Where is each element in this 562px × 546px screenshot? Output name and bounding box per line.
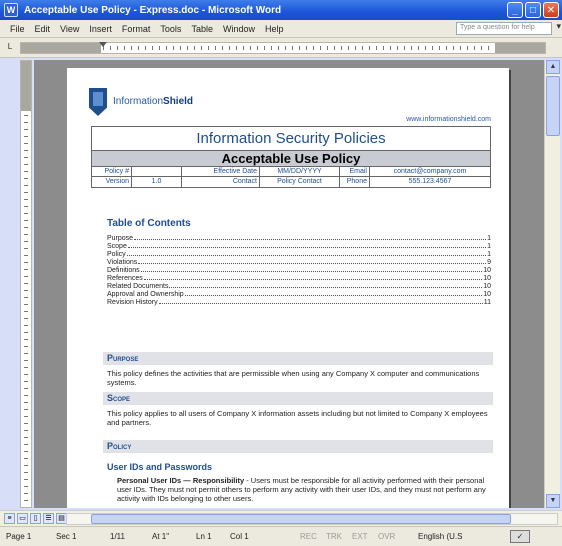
top-margin-area bbox=[21, 61, 31, 111]
toc-entry[interactable]: Revision History 11 bbox=[107, 299, 491, 307]
status-line: Ln 1 bbox=[196, 532, 212, 541]
effective-date-value: MM/DD/YYYY bbox=[260, 167, 340, 176]
document-page[interactable]: InformationShield www.informationshield.… bbox=[67, 68, 509, 508]
status-bar: Page 1 Sec 1 1/11 At 1" Ln 1 Col 1 REC T… bbox=[0, 526, 562, 546]
vertical-scroll-thumb[interactable] bbox=[546, 76, 560, 136]
track-changes-indicator[interactable]: TRK bbox=[326, 532, 342, 541]
menu-bar: File Edit View Insert Format Tools Table… bbox=[0, 20, 562, 38]
first-line-indent-marker[interactable] bbox=[99, 42, 107, 47]
user-ids-heading: User IDs and Passwords bbox=[107, 462, 213, 472]
scope-paragraph: This policy applies to all users of Comp… bbox=[107, 409, 488, 427]
normal-view-icon[interactable]: ≡ bbox=[4, 513, 15, 524]
tab-selector[interactable]: L bbox=[4, 42, 16, 54]
table-of-contents: Purpose 1 Scope 1 Policy 1 Violations 9 Defi… bbox=[107, 235, 491, 307]
scroll-up-icon[interactable]: ▲ bbox=[546, 60, 560, 74]
policy-number-label: Policy # bbox=[92, 167, 132, 176]
user-ids-paragraph: Personal User IDs — Responsibility - Use… bbox=[117, 476, 486, 503]
menu-help[interactable]: Help bbox=[265, 24, 284, 34]
scope-heading: Scope bbox=[103, 392, 493, 405]
toc-entry[interactable]: Approval and Ownership 10 bbox=[107, 291, 491, 299]
toc-entry[interactable]: Violations 9 bbox=[107, 259, 491, 267]
word-icon[interactable]: W bbox=[4, 3, 18, 17]
menu-insert[interactable]: Insert bbox=[89, 24, 112, 34]
window-title: Acceptable Use Policy - Express.doc - Mi… bbox=[24, 4, 282, 16]
status-section: Sec 1 bbox=[56, 532, 77, 541]
toc-entry[interactable]: Policy 1 bbox=[107, 251, 491, 259]
menu-format[interactable]: Format bbox=[122, 24, 151, 34]
version-value: 1.0 bbox=[132, 177, 182, 187]
record-macro-indicator[interactable]: REC bbox=[300, 532, 317, 541]
toc-heading: Table of Contents bbox=[107, 218, 191, 229]
shield-logo-icon bbox=[89, 88, 107, 116]
menu-edit[interactable]: Edit bbox=[35, 24, 51, 34]
menu-view[interactable]: View bbox=[60, 24, 79, 34]
language-indicator[interactable]: English (U.S bbox=[418, 532, 462, 541]
vertical-scrollbar[interactable]: ▲ ▼ bbox=[544, 60, 560, 508]
phone-value: 555.123.4567 bbox=[408, 178, 452, 185]
toc-entry[interactable]: Related Documents 10 bbox=[107, 283, 491, 291]
version-label: Version bbox=[92, 177, 132, 187]
maximize-button[interactable]: □ bbox=[525, 2, 541, 18]
policy-series-title: Information Security Policies bbox=[92, 127, 490, 151]
toc-entry[interactable]: References 10 bbox=[107, 275, 491, 283]
extend-selection-indicator[interactable]: EXT bbox=[352, 532, 368, 541]
menu-window[interactable]: Window bbox=[223, 24, 255, 34]
vertical-ruler-ticks bbox=[24, 115, 28, 505]
left-margin-area bbox=[21, 43, 101, 53]
right-margin-area bbox=[495, 43, 545, 53]
ruler-ticks bbox=[103, 46, 493, 50]
close-button[interactable]: ✕ bbox=[543, 2, 559, 18]
horizontal-scrollbar-row: ≡ ▭ ▯ ☰ ▤ bbox=[0, 510, 562, 526]
email-value: contact@company.com bbox=[393, 168, 467, 175]
window-controls: _ □ ✕ bbox=[507, 2, 559, 18]
status-column: Col 1 bbox=[230, 532, 249, 541]
print-layout-icon[interactable]: ▯ bbox=[30, 513, 41, 524]
help-search-input[interactable]: Type a question for help bbox=[456, 22, 552, 35]
horizontal-scrollbar[interactable] bbox=[66, 513, 558, 525]
horizontal-scroll-thumb[interactable] bbox=[91, 514, 511, 524]
toc-entry[interactable]: Purpose 1 bbox=[107, 235, 491, 243]
policy-heading: Policy bbox=[103, 440, 493, 453]
status-position: At 1" bbox=[152, 532, 170, 541]
view-buttons: ≡ ▭ ▯ ☰ ▤ bbox=[4, 513, 67, 524]
spelling-status-icon[interactable]: ✓ bbox=[510, 530, 530, 543]
title-bar: W Acceptable Use Policy - Express.doc - … bbox=[0, 0, 562, 20]
header-row: Policy # Effective Date MM/DD/YYYY Email… bbox=[92, 167, 490, 177]
menu-table[interactable]: Table bbox=[191, 24, 213, 34]
header-row: Version 1.0 Contact Policy Contact Phone… bbox=[92, 177, 490, 187]
company-logo-text: InformationShield bbox=[113, 96, 194, 107]
overtype-indicator[interactable]: OVR bbox=[378, 532, 395, 541]
contact-label: Contact bbox=[182, 177, 260, 187]
status-page-count: 1/11 bbox=[110, 532, 125, 541]
policy-title: Acceptable Use Policy bbox=[92, 151, 490, 167]
web-layout-icon[interactable]: ▭ bbox=[17, 513, 28, 524]
phone-label: Phone bbox=[340, 177, 370, 187]
scroll-down-icon[interactable]: ▼ bbox=[546, 494, 560, 508]
purpose-heading: Purpose bbox=[103, 352, 493, 365]
close-document-icon[interactable]: ▾ bbox=[556, 21, 561, 32]
site-url: www.informationshield.com bbox=[406, 116, 491, 123]
ruler-row: L bbox=[0, 38, 562, 58]
vertical-ruler[interactable] bbox=[20, 60, 32, 508]
policy-number-value bbox=[132, 167, 182, 176]
effective-date-label: Effective Date bbox=[182, 167, 260, 176]
status-page: Page 1 bbox=[6, 532, 32, 541]
outline-view-icon[interactable]: ☰ bbox=[43, 513, 54, 524]
policy-header-table: Information Security Policies Acceptable… bbox=[91, 126, 491, 188]
minimize-button[interactable]: _ bbox=[507, 2, 523, 18]
document-area[interactable]: InformationShield www.informationshield.… bbox=[34, 60, 544, 508]
menu-tools[interactable]: Tools bbox=[160, 24, 181, 34]
email-label: Email bbox=[340, 167, 370, 176]
menu-file[interactable]: File bbox=[10, 24, 25, 34]
horizontal-ruler[interactable] bbox=[20, 42, 546, 54]
toc-entry[interactable]: Definitions 10 bbox=[107, 267, 491, 275]
purpose-paragraph: This policy defines the activities that … bbox=[107, 369, 480, 387]
contact-value: Policy Contact bbox=[260, 177, 340, 187]
toc-entry[interactable]: Scope 1 bbox=[107, 243, 491, 251]
